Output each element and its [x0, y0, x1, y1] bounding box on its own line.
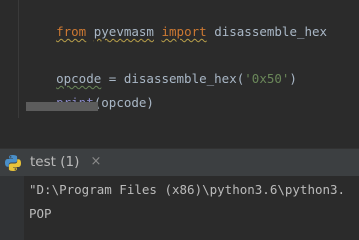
close-icon[interactable]: ×: [89, 154, 103, 170]
gutter-divider: [18, 0, 19, 118]
console-toolbar-strip: [0, 176, 24, 240]
module-name: pyevmasm: [93, 24, 154, 39]
inline-hint-bar: [26, 102, 98, 111]
console-result-line: POP: [29, 206, 52, 221]
imported-name: disassemble_hex: [214, 24, 328, 39]
string-literal: '0x50': [244, 71, 290, 86]
run-tool-window-header: test (1) ×: [0, 148, 359, 176]
keyword-from: from: [56, 24, 87, 39]
code-editor[interactable]: from pyevmasm import disassemble_hex opc…: [0, 0, 359, 122]
console-command-line: "D:\Program Files (x86)\python3.6\python…: [29, 182, 346, 197]
keyword-import: import: [161, 24, 207, 39]
print-args: (opcode): [93, 95, 154, 110]
code-line-import[interactable]: from pyevmasm import disassemble_hex: [26, 9, 327, 54]
python-icon: [4, 154, 22, 176]
close-paren: ): [289, 71, 297, 86]
run-tab-label[interactable]: test (1): [30, 154, 79, 170]
console-output[interactable]: "D:\Program Files (x86)\python3.6\python…: [0, 176, 359, 240]
